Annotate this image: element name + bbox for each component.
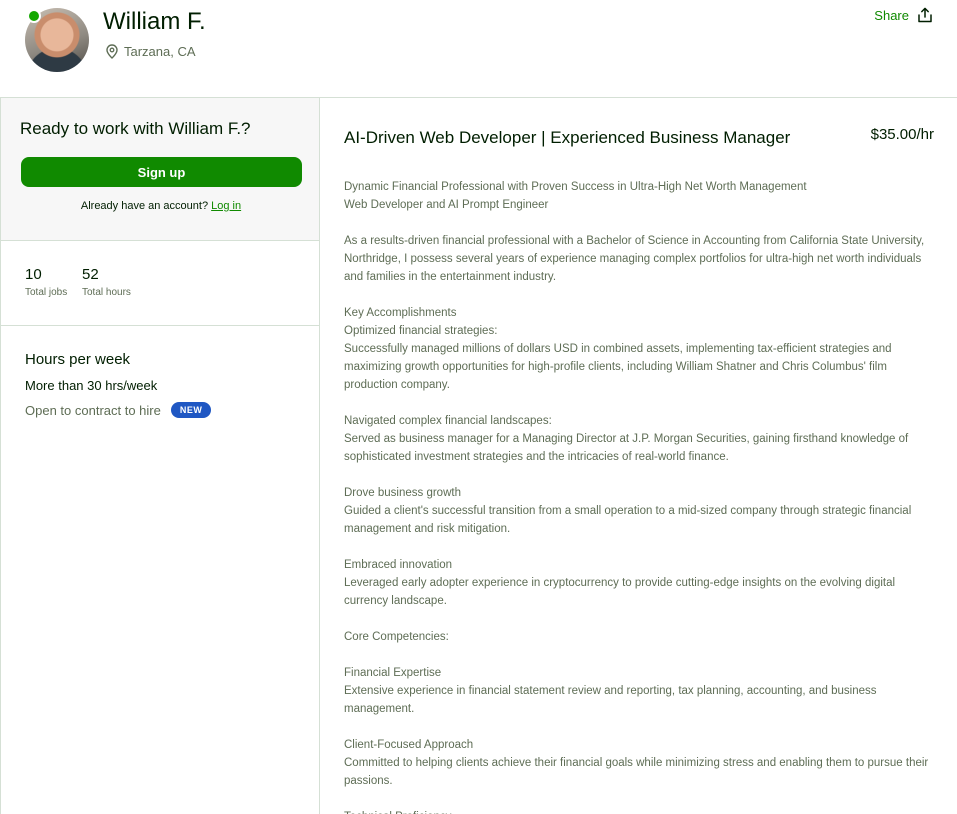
description-paragraph: Navigated complex financial landscapes: — [344, 415, 552, 427]
description-paragraph: Guided a client's successful transition … — [344, 505, 912, 535]
signup-button[interactable]: Sign up — [21, 157, 302, 187]
description-spacer — [344, 538, 936, 556]
description-spacer — [344, 466, 936, 484]
description-paragraph: Dynamic Financial Professional with Prov… — [344, 181, 807, 193]
hours-title: Hours per week — [25, 351, 131, 368]
stat-label: Total hours — [82, 287, 131, 298]
share-button[interactable]: Share — [874, 7, 933, 23]
description-paragraph: As a results-driven financial profession… — [344, 235, 925, 283]
description-spacer — [344, 394, 936, 412]
profile-header: William F. Tarzana, CA Share — [0, 0, 957, 98]
hours-section: Hours per week More than 30 hrs/week Ope… — [1, 326, 319, 446]
login-link[interactable]: Log in — [211, 200, 241, 212]
description-paragraph: Leveraged early adopter experience in cr… — [344, 577, 896, 607]
new-badge: NEW — [170, 402, 212, 418]
profile-description: Dynamic Financial Professional with Prov… — [344, 178, 936, 814]
description-paragraph: Web Developer and AI Prompt Engineer — [344, 199, 549, 211]
share-label: Share — [874, 7, 909, 23]
description-paragraph: Drove business growth — [344, 487, 461, 499]
share-icon — [918, 7, 932, 23]
online-status-icon — [27, 9, 41, 23]
stat-total-hours: 52 Total hours — [82, 266, 131, 298]
avatar-container — [25, 8, 89, 72]
description-paragraph: Successfully managed millions of dollars… — [344, 343, 892, 391]
description-paragraph: Served as business manager for a Managin… — [344, 433, 909, 463]
hourly-rate: $35.00/hr — [870, 126, 934, 143]
contract-to-hire: Open to contract to hire NEW — [25, 402, 212, 418]
description-spacer — [344, 214, 936, 232]
location-pin-icon — [106, 44, 118, 59]
description-paragraph: Core Competencies: — [344, 631, 449, 643]
cta-title: Ready to work with William F.? — [20, 119, 251, 138]
signup-cta: Ready to work with William F.? Sign up A… — [1, 98, 319, 241]
stats-section: 10 Total jobs 52 Total hours — [1, 241, 319, 326]
stat-total-jobs: 10 Total jobs — [25, 266, 67, 298]
login-prompt-text: Already have an account? — [80, 200, 209, 212]
description-spacer — [344, 718, 936, 736]
description-paragraph: Client-Focused Approach — [344, 739, 474, 751]
description-paragraph: Committed to helping clients achieve the… — [344, 757, 929, 787]
contract-label: Open to contract to hire — [25, 402, 161, 418]
description-spacer — [344, 610, 936, 628]
description-spacer — [344, 790, 936, 808]
description-paragraph: Technical Proficiency — [344, 808, 936, 814]
description-paragraph: Optimized financial strategies: — [344, 325, 498, 337]
description-paragraph: Embraced innovation — [344, 559, 453, 571]
location-text: Tarzana, CA — [124, 44, 196, 59]
login-prompt: Already have an account? Log in — [1, 200, 321, 212]
main-content: AI-Driven Web Developer | Experienced Bu… — [321, 98, 957, 814]
description-spacer — [344, 286, 936, 304]
description-paragraph: Financial Expertise — [344, 667, 442, 679]
description-spacer — [344, 646, 936, 664]
description-paragraph: Extensive experience in financial statem… — [344, 685, 877, 715]
job-title: AI-Driven Web Developer | Experienced Bu… — [344, 128, 791, 147]
description-paragraph: Key Accomplishments — [344, 307, 457, 319]
stat-value: 52 — [82, 266, 99, 283]
stat-value: 10 — [25, 266, 42, 283]
location: Tarzana, CA — [106, 44, 196, 59]
stat-label: Total jobs — [25, 287, 68, 298]
profile-name: William F. — [103, 8, 206, 35]
hours-value: More than 30 hrs/week — [25, 378, 158, 393]
sidebar: Ready to work with William F.? Sign up A… — [0, 98, 320, 814]
